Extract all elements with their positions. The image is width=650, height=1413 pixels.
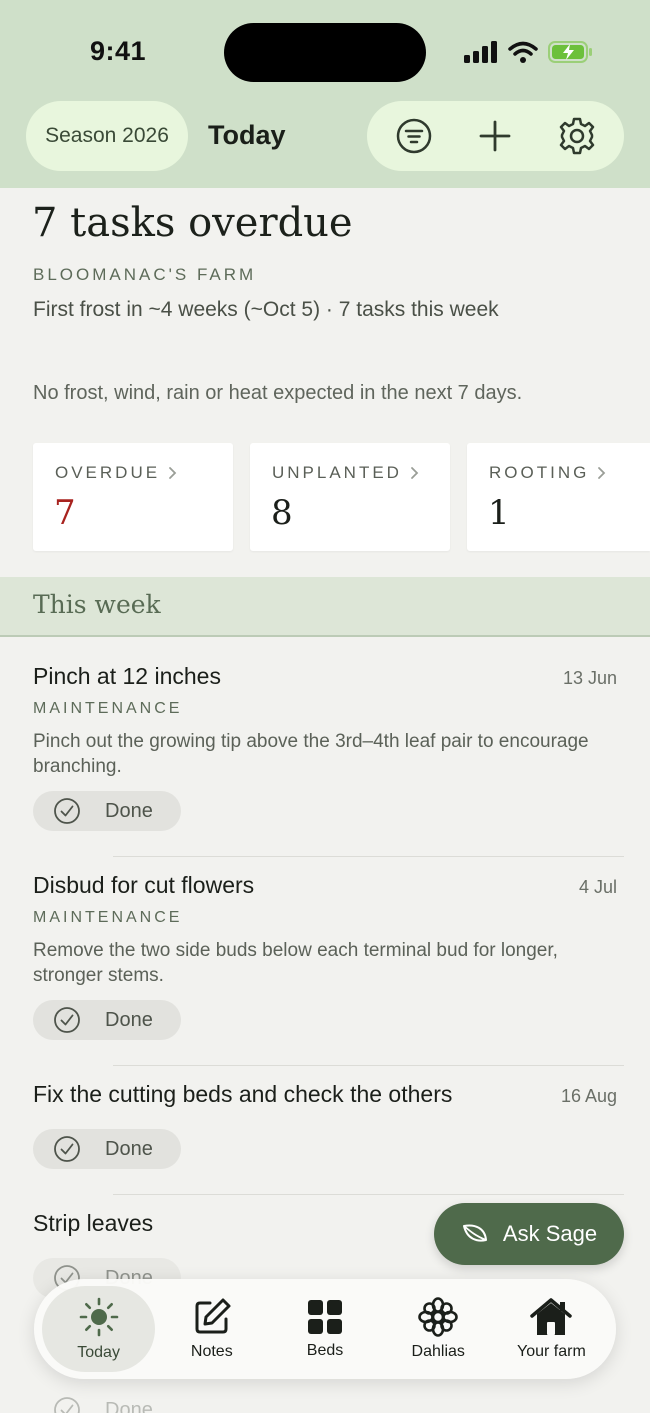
leaf-icon — [462, 1224, 487, 1242]
stat-label: ROOTING — [489, 463, 590, 482]
wifi-icon — [508, 41, 538, 63]
task-title: Strip leaves — [33, 1210, 154, 1236]
task-title: Pinch at 12 inches — [33, 663, 221, 689]
task-description: Pinch out the growing tip above the 3rd–… — [33, 731, 589, 777]
check-circle-icon — [54, 1397, 80, 1413]
signal-icon — [464, 41, 497, 63]
check-circle-icon — [54, 798, 80, 824]
tab-dahlias[interactable]: Dahlias — [382, 1286, 495, 1372]
tab-label: Beds — [306, 1342, 344, 1359]
stat-value: 8 — [271, 493, 293, 533]
task-category: MAINTENANCE — [33, 909, 183, 926]
status-time: 9:41 — [90, 36, 147, 66]
flower-icon — [418, 1297, 459, 1337]
ask-sage-label: Ask Sage — [502, 1221, 598, 1246]
tab-your-farm[interactable]: Your farm — [495, 1286, 608, 1372]
chevron-right-icon — [411, 467, 419, 479]
dynamic-island — [224, 23, 426, 82]
done-button[interactable]: Done — [33, 1129, 181, 1169]
tab-label: Notes — [190, 1343, 233, 1360]
app-header: 9:41 Season 2026 Today — [0, 0, 650, 188]
divider — [113, 1065, 624, 1066]
stat-card-rooting[interactable]: ROOTING 1 — [467, 443, 650, 551]
stat-label-wrap: ROOTING — [489, 463, 606, 483]
check-circle-icon — [54, 1136, 80, 1162]
plus-icon — [480, 120, 511, 152]
task-date: 16 Aug — [560, 1086, 617, 1106]
done-label: Done — [105, 799, 153, 822]
done-label: Done — [105, 1008, 153, 1031]
tab-beds[interactable]: Beds — [268, 1286, 381, 1372]
stat-value: 1 — [488, 493, 510, 533]
tab-label: Your farm — [517, 1343, 586, 1360]
chevron-right-icon — [598, 467, 606, 479]
check-circle-icon — [54, 1007, 80, 1033]
tab-today[interactable]: Today — [42, 1286, 156, 1372]
task-category: MAINTENANCE — [33, 700, 183, 717]
sun-icon — [79, 1297, 118, 1337]
add-button[interactable] — [465, 106, 525, 166]
tab-label: Today — [77, 1344, 120, 1361]
weather-info: No frost, wind, rain or heat expected in… — [33, 382, 523, 404]
header-actions — [367, 101, 624, 171]
tab-bar: Today Notes Beds Dahlias Your farm — [34, 1279, 616, 1379]
season-selector[interactable]: Season 2026 — [26, 101, 188, 171]
settings-button[interactable] — [547, 106, 607, 166]
grid-icon — [308, 1300, 342, 1334]
status-icons — [464, 38, 594, 66]
divider — [113, 856, 624, 857]
battery-icon — [548, 41, 592, 63]
task-date: 4 Jul — [578, 877, 617, 897]
overdue-headline: 7 tasks overdue — [32, 200, 353, 246]
divider — [113, 1194, 624, 1195]
task-title: Fix the cutting beds and check the other… — [33, 1081, 453, 1107]
done-label: Done — [105, 1137, 153, 1160]
page-title: Today — [208, 120, 286, 150]
done-button[interactable]: Done — [33, 1390, 181, 1413]
task-title: Disbud for cut flowers — [33, 872, 255, 898]
stat-card-overdue[interactable]: OVERDUE 7 — [33, 443, 233, 551]
house-icon — [530, 1298, 573, 1335]
done-button[interactable]: Done — [33, 1000, 181, 1040]
farm-name: BLOOMANAC'S FARM — [33, 265, 257, 284]
season-label: Season 2026 — [45, 124, 169, 147]
stat-label-wrap: OVERDUE — [55, 463, 177, 483]
section-title: This week — [33, 590, 161, 619]
stat-card-unplanted[interactable]: UNPLANTED 8 — [250, 443, 450, 551]
ask-sage-button[interactable]: Ask Sage — [434, 1203, 624, 1265]
done-button[interactable]: Done — [33, 791, 181, 831]
chevron-right-icon — [169, 467, 177, 479]
task-date: 13 Jun — [562, 668, 617, 688]
stat-value: 7 — [54, 493, 76, 533]
task-description: Remove the two side buds below each term… — [33, 940, 558, 986]
tab-label: Dahlias — [411, 1343, 465, 1360]
edit-icon — [195, 1298, 231, 1334]
stat-label: OVERDUE — [55, 463, 161, 482]
done-label: Done — [105, 1398, 153, 1413]
stat-label-wrap: UNPLANTED — [272, 463, 419, 483]
stat-label: UNPLANTED — [272, 463, 402, 482]
filter-icon — [396, 118, 432, 154]
frost-info: First frost in ~4 weeks (~Oct 5) · 7 tas… — [33, 298, 499, 321]
gear-icon — [559, 117, 595, 155]
tab-notes[interactable]: Notes — [155, 1286, 268, 1372]
filter-button[interactable] — [384, 106, 444, 166]
